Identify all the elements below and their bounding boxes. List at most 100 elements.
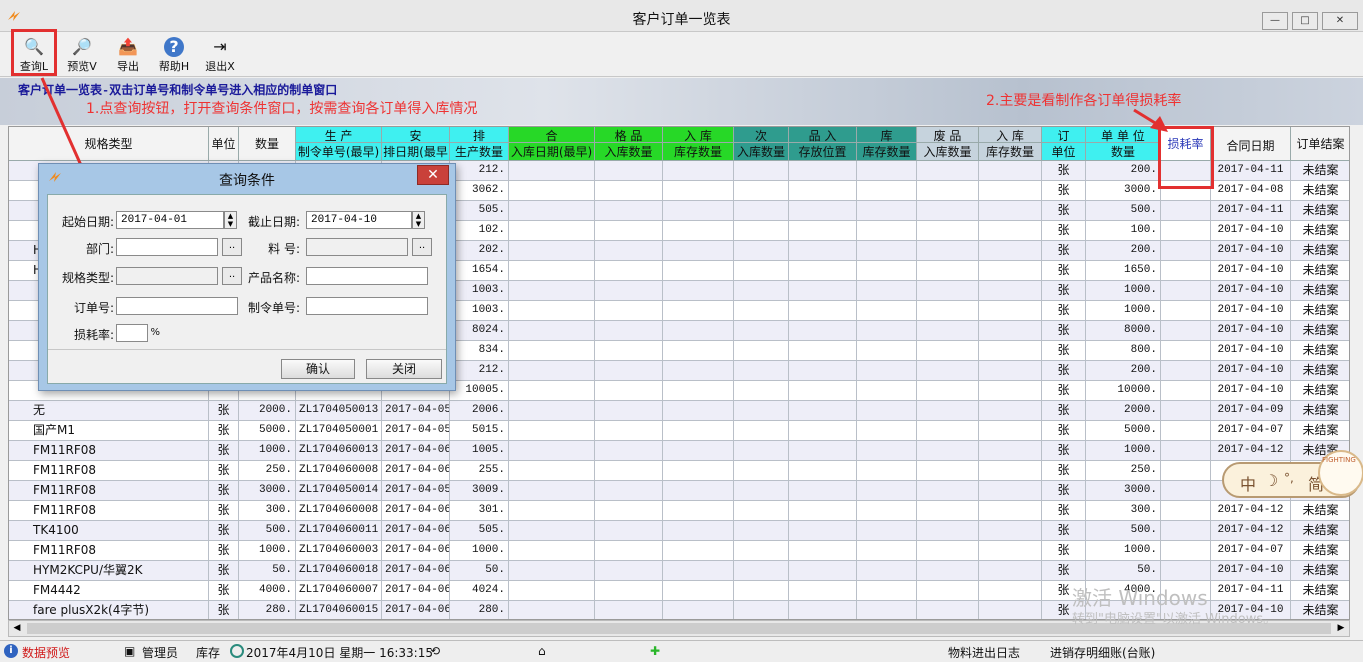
- cell-empty[interactable]: [979, 221, 1042, 241]
- cell-empty[interactable]: [857, 241, 917, 261]
- cell-st[interactable]: 未结案: [1291, 221, 1349, 241]
- cell-unit[interactable]: 张: [209, 601, 239, 619]
- cell-empty[interactable]: [595, 441, 663, 461]
- cell-empty[interactable]: [857, 441, 917, 461]
- cell-oq[interactable]: 200.: [1086, 361, 1161, 381]
- make-order-field[interactable]: [306, 297, 428, 315]
- cell-st[interactable]: 未结案: [1291, 581, 1349, 601]
- cell-date[interactable]: 2017-04-06: [382, 541, 450, 561]
- cell-empty[interactable]: [509, 181, 595, 201]
- cell-order[interactable]: ZL1704060018: [296, 561, 382, 581]
- cell-empty[interactable]: [789, 401, 857, 421]
- cell-empty[interactable]: [1161, 301, 1211, 321]
- cell-empty[interactable]: [663, 521, 734, 541]
- cell-empty[interactable]: [734, 441, 789, 461]
- cell-oq[interactable]: 200.: [1086, 241, 1161, 261]
- cell-qty[interactable]: 1000.: [239, 441, 296, 461]
- cell-empty[interactable]: [979, 421, 1042, 441]
- cell-spec[interactable]: fare plusX2k(4字节): [9, 601, 209, 619]
- cell-empty[interactable]: [789, 301, 857, 321]
- cell-empty[interactable]: [857, 421, 917, 441]
- cell-prod[interactable]: 1654.: [450, 261, 509, 281]
- cell-empty[interactable]: [595, 161, 663, 181]
- end-date-field[interactable]: 2017-04-10: [306, 211, 412, 229]
- cell-empty[interactable]: [857, 481, 917, 501]
- cell-empty[interactable]: [789, 581, 857, 601]
- cell-empty[interactable]: [595, 501, 663, 521]
- cell-spec[interactable]: HYM2KCPU/华翼2K: [9, 561, 209, 581]
- cell-cdate[interactable]: 2017-04-11: [1211, 581, 1291, 601]
- col-scrap-stock-header[interactable]: 库存数量: [979, 143, 1042, 161]
- cell-empty[interactable]: [734, 381, 789, 401]
- cell-qty[interactable]: 250.: [239, 461, 296, 481]
- cell-prod[interactable]: 1003.: [450, 301, 509, 321]
- cell-unit[interactable]: 张: [209, 501, 239, 521]
- cell-empty[interactable]: [595, 481, 663, 501]
- cell-ou[interactable]: 张: [1042, 541, 1086, 561]
- cell-empty[interactable]: [917, 321, 979, 341]
- order-no-field[interactable]: [116, 297, 238, 315]
- cell-empty[interactable]: [917, 401, 979, 421]
- cell-prod[interactable]: 212.: [450, 361, 509, 381]
- cell-empty[interactable]: [509, 161, 595, 181]
- cell-ou[interactable]: 张: [1042, 521, 1086, 541]
- cell-st[interactable]: 未结案: [1291, 181, 1349, 201]
- cell-empty[interactable]: [857, 221, 917, 241]
- cell-st[interactable]: 未结案: [1291, 561, 1349, 581]
- cell-prod[interactable]: 50.: [450, 561, 509, 581]
- cell-empty[interactable]: [1161, 401, 1211, 421]
- cell-empty[interactable]: [979, 261, 1042, 281]
- cell-empty[interactable]: [979, 201, 1042, 221]
- cell-empty[interactable]: [979, 381, 1042, 401]
- cell-st[interactable]: 未结案: [1291, 521, 1349, 541]
- cell-oq[interactable]: 50.: [1086, 561, 1161, 581]
- cell-st[interactable]: 未结案: [1291, 601, 1349, 619]
- confirm-button[interactable]: 确认: [281, 359, 355, 379]
- cell-qty[interactable]: 300.: [239, 501, 296, 521]
- cell-oq[interactable]: 800.: [1086, 341, 1161, 361]
- cell-ou[interactable]: 张: [1042, 441, 1086, 461]
- cell-empty[interactable]: [595, 521, 663, 541]
- cell-empty[interactable]: [663, 161, 734, 181]
- cell-prod[interactable]: 255.: [450, 461, 509, 481]
- col-instock-qty-header[interactable]: 入库数量: [595, 143, 663, 161]
- cell-empty[interactable]: [734, 421, 789, 441]
- product-name-field[interactable]: [306, 267, 428, 285]
- cell-empty[interactable]: [734, 461, 789, 481]
- cell-empty[interactable]: [1161, 241, 1211, 261]
- cell-empty[interactable]: [979, 321, 1042, 341]
- cell-empty[interactable]: [595, 201, 663, 221]
- cell-qty[interactable]: 500.: [239, 521, 296, 541]
- cell-empty[interactable]: [595, 581, 663, 601]
- cell-prod[interactable]: 3009.: [450, 481, 509, 501]
- col-order-no-header[interactable]: 制令单号(最早): [296, 143, 382, 161]
- cell-empty[interactable]: [917, 181, 979, 201]
- cell-ou[interactable]: 张: [1042, 161, 1086, 181]
- cell-empty[interactable]: [857, 401, 917, 421]
- cell-date[interactable]: 2017-04-06: [382, 561, 450, 581]
- cell-empty[interactable]: [595, 561, 663, 581]
- cell-cdate[interactable]: 2017-04-10: [1211, 381, 1291, 401]
- cell-empty[interactable]: [595, 401, 663, 421]
- cell-empty[interactable]: [595, 221, 663, 241]
- col-instock-date-header[interactable]: 入库日期(最早): [509, 143, 595, 161]
- cell-empty[interactable]: [509, 481, 595, 501]
- cell-empty[interactable]: [509, 341, 595, 361]
- cell-empty[interactable]: [734, 301, 789, 321]
- spec-type-browse-button[interactable]: ..: [222, 267, 242, 285]
- cell-prod[interactable]: 1003.: [450, 281, 509, 301]
- cell-empty[interactable]: [509, 321, 595, 341]
- cell-empty[interactable]: [979, 241, 1042, 261]
- cell-empty[interactable]: [917, 281, 979, 301]
- cell-empty[interactable]: [789, 361, 857, 381]
- cell-empty[interactable]: [789, 521, 857, 541]
- cell-st[interactable]: 未结案: [1291, 201, 1349, 221]
- cell-empty[interactable]: [734, 241, 789, 261]
- cell-empty[interactable]: [857, 501, 917, 521]
- cell-empty[interactable]: [509, 441, 595, 461]
- cell-prod[interactable]: 4024.: [450, 581, 509, 601]
- start-date-field[interactable]: 2017-04-01: [116, 211, 224, 229]
- cell-ou[interactable]: 张: [1042, 181, 1086, 201]
- cell-empty[interactable]: [734, 361, 789, 381]
- col-unit-header[interactable]: 单位: [209, 127, 239, 161]
